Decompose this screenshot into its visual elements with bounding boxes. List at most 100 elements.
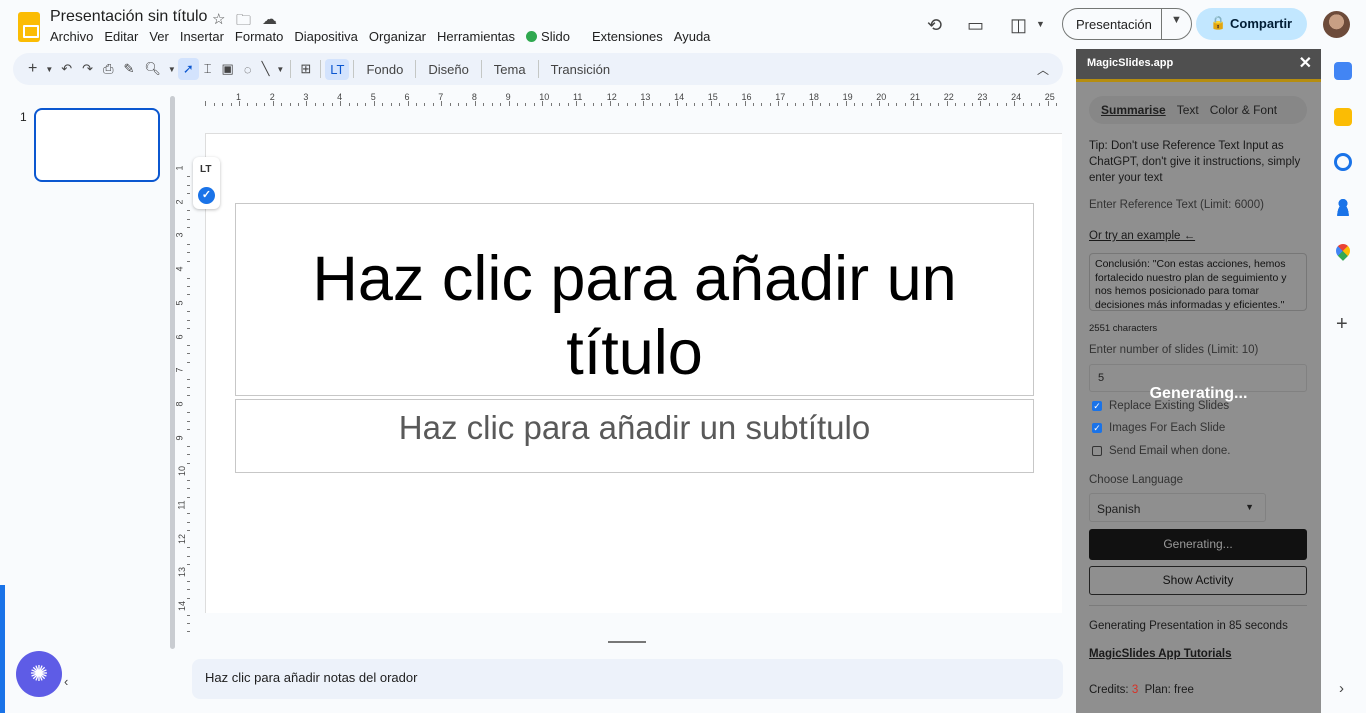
- ruler-label: 7: [438, 92, 444, 102]
- calendar-icon[interactable]: [1334, 62, 1352, 80]
- ruler-label: 4: [174, 266, 185, 272]
- languagetool-icon[interactable]: LT: [325, 58, 350, 80]
- undo-icon[interactable]: ↶: [56, 61, 77, 77]
- ruler-tick: [187, 184, 190, 186]
- ruler-label: 10: [177, 466, 188, 477]
- ruler-tick: [187, 218, 190, 220]
- reference-text-input[interactable]: Enter Reference Text (Limit: 6000): [1089, 197, 1264, 213]
- document-title[interactable]: Presentación sin título: [50, 8, 207, 26]
- share-button[interactable]: 🔒 Compartir: [1196, 8, 1307, 40]
- meet-dropdown-icon[interactable]: ▼: [1036, 19, 1045, 29]
- horizontal-ruler[interactable]: 1 2 3 4 5 6 7 8 9 10 11 12 13 14 15 16 17 18 19 20 21 22 23 24 2…: [205, 92, 1062, 106]
- transition-button[interactable]: Transición: [543, 62, 618, 77]
- ruler-tick: [820, 103, 822, 106]
- menu-slido[interactable]: Slido: [526, 30, 581, 44]
- speaker-notes[interactable]: Haz clic para añadir notas del orador: [192, 659, 1063, 699]
- menu-ayuda[interactable]: Ayuda: [674, 30, 711, 44]
- ruler-tick: [837, 103, 839, 106]
- ruler-tick: [281, 103, 283, 106]
- ruler-tick: [904, 103, 906, 106]
- present-dropdown-icon[interactable]: ▼: [1171, 14, 1182, 26]
- ruler-tick: [187, 378, 190, 380]
- avatar[interactable]: [1323, 11, 1350, 38]
- text-box-icon[interactable]: ⌶: [199, 61, 217, 77]
- layout-button[interactable]: Diseño: [420, 62, 476, 77]
- menu-archivo[interactable]: Archivo: [50, 30, 93, 44]
- star-icon[interactable]: ☆: [212, 10, 225, 28]
- slide-thumbnail[interactable]: [34, 108, 160, 182]
- menu-ver[interactable]: Ver: [149, 30, 169, 44]
- ruler-label: 16: [741, 92, 752, 102]
- ruler-tick: [938, 103, 940, 106]
- menu-organizar[interactable]: Organizar: [369, 30, 426, 44]
- chevron-up-icon[interactable]: ︿: [1037, 61, 1049, 78]
- line-icon[interactable]: ╲: [257, 61, 275, 77]
- tasks-icon[interactable]: [1334, 153, 1352, 171]
- sparkle-icon: ✺: [29, 661, 49, 686]
- generate-button[interactable]: Generating...: [1089, 529, 1307, 560]
- shape-icon[interactable]: ◌: [239, 62, 257, 77]
- menu-extensiones[interactable]: Extensiones: [592, 30, 663, 44]
- present-button[interactable]: Presentación ▼: [1062, 8, 1192, 40]
- theme-button[interactable]: Tema: [486, 62, 534, 77]
- menu-diapositiva[interactable]: Diapositiva: [294, 30, 358, 44]
- vertical-ruler[interactable]: 1 2 3 4 5 6 7 8 9 10 11 12 13 14: [174, 133, 190, 633]
- title-placeholder[interactable]: Haz clic para añadir un título: [235, 203, 1034, 396]
- meet-icon[interactable]: ◫: [1010, 15, 1027, 36]
- paint-format-icon[interactable]: ✎: [118, 61, 139, 77]
- tab-color-font[interactable]: Color & Font: [1210, 103, 1277, 117]
- ruler-tick: [449, 103, 451, 106]
- credits-info: Credits: 3 Plan: free: [1089, 682, 1194, 698]
- slides-logo[interactable]: [18, 12, 40, 42]
- tab-text[interactable]: Text: [1177, 103, 1199, 117]
- menu-editar[interactable]: Editar: [104, 30, 138, 44]
- menu-herramientas[interactable]: Herramientas: [437, 30, 515, 44]
- try-example-link[interactable]: Or try an example ←: [1089, 228, 1195, 244]
- ruler-tick: [399, 103, 401, 106]
- maps-icon[interactable]: [1333, 241, 1353, 261]
- ruler-label: 10: [539, 92, 550, 102]
- keep-icon[interactable]: [1334, 108, 1352, 126]
- notes-resize-handle[interactable]: [608, 641, 646, 643]
- new-slide-dropdown-icon[interactable]: ▼: [42, 65, 56, 74]
- history-icon[interactable]: ⟲: [927, 15, 942, 36]
- email-label: Send Email when done.: [1109, 445, 1231, 457]
- add-addon-icon[interactable]: +: [1336, 313, 1348, 336]
- chevron-right-icon[interactable]: ›: [1339, 680, 1344, 697]
- assistant-fab-button[interactable]: ✺: [16, 651, 62, 697]
- close-icon[interactable]: ✕: [1299, 53, 1312, 73]
- redo-icon[interactable]: ↷: [77, 61, 98, 77]
- language-select[interactable]: Spanish ▼: [1089, 493, 1266, 522]
- menu-formato[interactable]: Formato: [235, 30, 283, 44]
- ruler-tick: [592, 103, 594, 106]
- images-checkbox[interactable]: ✓: [1092, 423, 1102, 433]
- ruler-tick: [247, 103, 249, 106]
- ruler-tick: [187, 361, 190, 363]
- comment-add-icon[interactable]: ⊞: [295, 61, 316, 77]
- plan-value: free: [1174, 684, 1194, 696]
- slido-icon: [526, 31, 538, 42]
- subtitle-placeholder[interactable]: Haz clic para añadir un subtítulo: [235, 399, 1034, 473]
- comments-icon[interactable]: ▭: [967, 15, 984, 36]
- show-activity-button[interactable]: Show Activity: [1089, 566, 1307, 595]
- image-icon[interactable]: ▣: [217, 61, 239, 77]
- cloud-status-icon[interactable]: ☁: [262, 10, 277, 28]
- chevron-left-icon[interactable]: ‹: [64, 674, 68, 689]
- languagetool-widget[interactable]: LT ✓: [193, 157, 220, 209]
- contacts-icon[interactable]: [1334, 198, 1352, 216]
- side-edge-tab[interactable]: [0, 585, 5, 713]
- new-slide-icon[interactable]: +: [23, 60, 42, 78]
- background-button[interactable]: Fondo: [358, 62, 411, 77]
- line-dropdown-icon[interactable]: ▼: [274, 65, 286, 74]
- email-checkbox[interactable]: [1092, 446, 1102, 456]
- menu-insertar[interactable]: Insertar: [180, 30, 224, 44]
- tab-summarise[interactable]: Summarise: [1101, 103, 1166, 117]
- ruler-label: 15: [707, 92, 718, 102]
- zoom-icon[interactable]: 🔍︎: [139, 61, 166, 77]
- select-icon[interactable]: ➚: [177, 58, 199, 80]
- tutorials-link[interactable]: MagicSlides App Tutorials: [1089, 646, 1232, 662]
- zoom-dropdown-icon[interactable]: ▼: [166, 65, 178, 74]
- replace-slides-checkbox[interactable]: ✓: [1092, 401, 1102, 411]
- example-textarea[interactable]: Conclusión: "Con estas acciones, hemos f…: [1089, 253, 1307, 311]
- print-icon[interactable]: ⎙: [98, 61, 118, 77]
